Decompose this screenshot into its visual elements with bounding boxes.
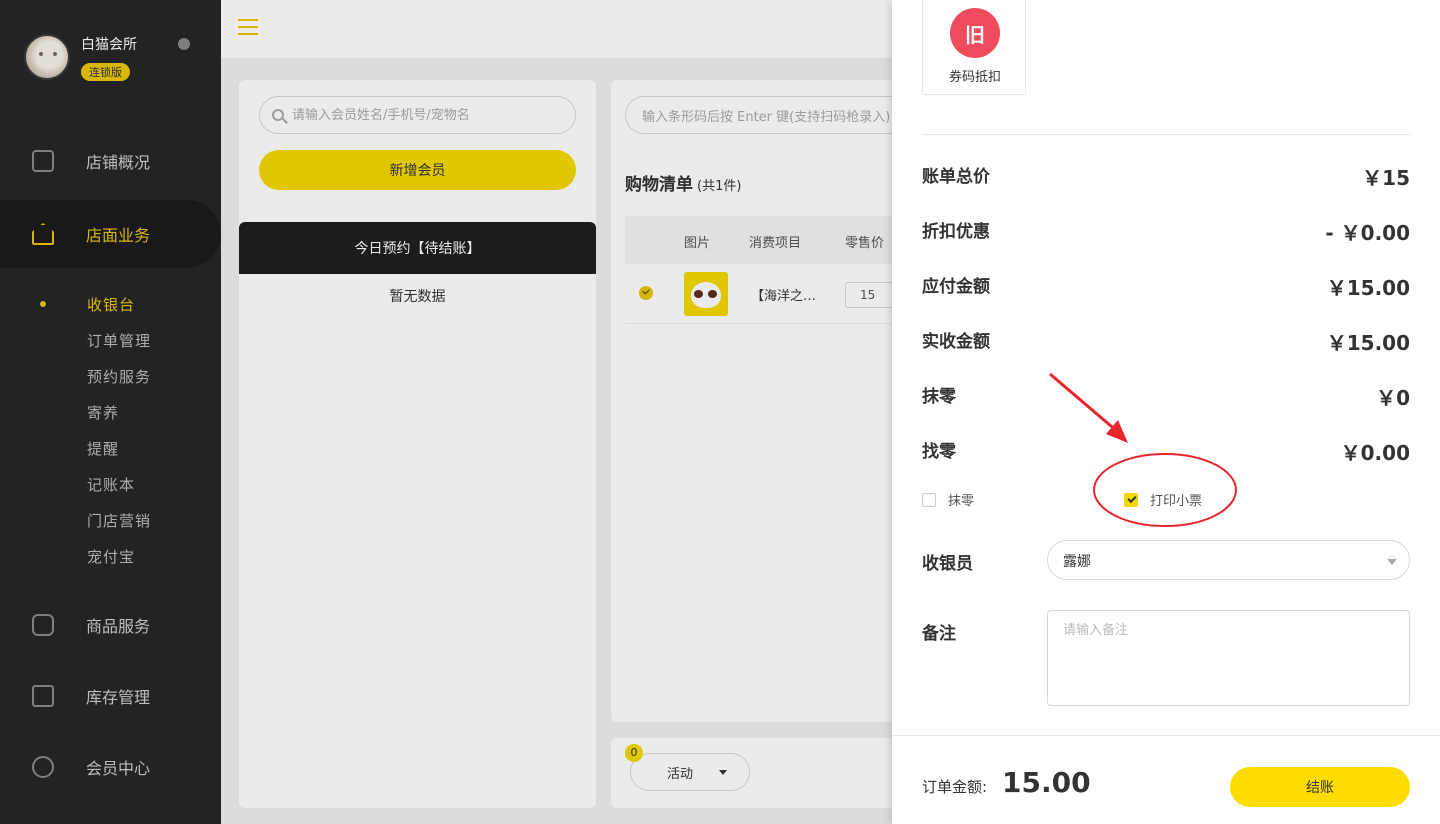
summary-row-discount: 折扣优惠 - ￥0.00 [922,215,1410,245]
summary-label: 找零 [922,442,956,462]
summary-row-change: 找零 ￥0.00 [922,435,1410,465]
divider [922,134,1410,135]
rounding-option-label: 抹零 [948,494,975,509]
coupon-deduct-button[interactable]: 旧 券码抵扣 [922,0,1026,95]
rounding-option[interactable]: 抹零 [922,490,974,509]
print-receipt-option[interactable]: 打印小票 [1124,490,1202,509]
print-receipt-label: 打印小票 [1150,494,1203,509]
modal-overlay[interactable] [0,0,892,824]
summary-row-received: 实收金额 ￥15.00 [922,325,1410,355]
ticket-icon: 旧 [950,8,1000,58]
summary-label: 实收金额 [922,332,990,352]
coupon-label: 券码抵扣 [948,70,1001,85]
order-total-value: 15.00 [1002,766,1091,799]
summary-value: - ￥0.00 [1325,221,1410,245]
remark-textarea[interactable] [1047,610,1410,706]
summary-label: 抹零 [922,387,956,407]
remark-label: 备注 [922,624,956,644]
checkout-button[interactable]: 结账 [1230,767,1410,807]
summary-value: ￥15.00 [1326,276,1410,300]
drawer-footer: 订单金额: 15.00 结账 [892,735,1440,824]
summary-label: 账单总价 [922,167,990,187]
checkout-drawer: 旧 券码抵扣 账单总价 ￥15 折扣优惠 - ￥0.00 应付金额 ￥15.00… [892,0,1440,824]
summary-row-bill-total: 账单总价 ￥15 [922,160,1410,190]
summary-label: 折扣优惠 [922,222,990,242]
rounding-checkbox[interactable] [922,492,936,507]
order-total-label: 订单金额: [922,778,988,796]
summary-value: ￥15 [1362,166,1410,190]
summary-label: 应付金额 [922,277,990,297]
summary-row-payable: 应付金额 ￥15.00 [922,270,1410,300]
cashier-select[interactable]: 露娜 [1047,540,1410,580]
cashier-value: 露娜 [1063,554,1091,570]
summary-row-rounding: 抹零 ￥0 [922,380,1410,410]
caret-down-icon [1387,559,1397,565]
print-receipt-checkbox[interactable] [1124,492,1138,507]
summary-value: ￥15.00 [1326,331,1410,355]
summary-value: ￥0 [1376,386,1410,410]
summary-value: ￥0.00 [1340,441,1410,465]
cashier-label: 收银员 [922,554,973,574]
